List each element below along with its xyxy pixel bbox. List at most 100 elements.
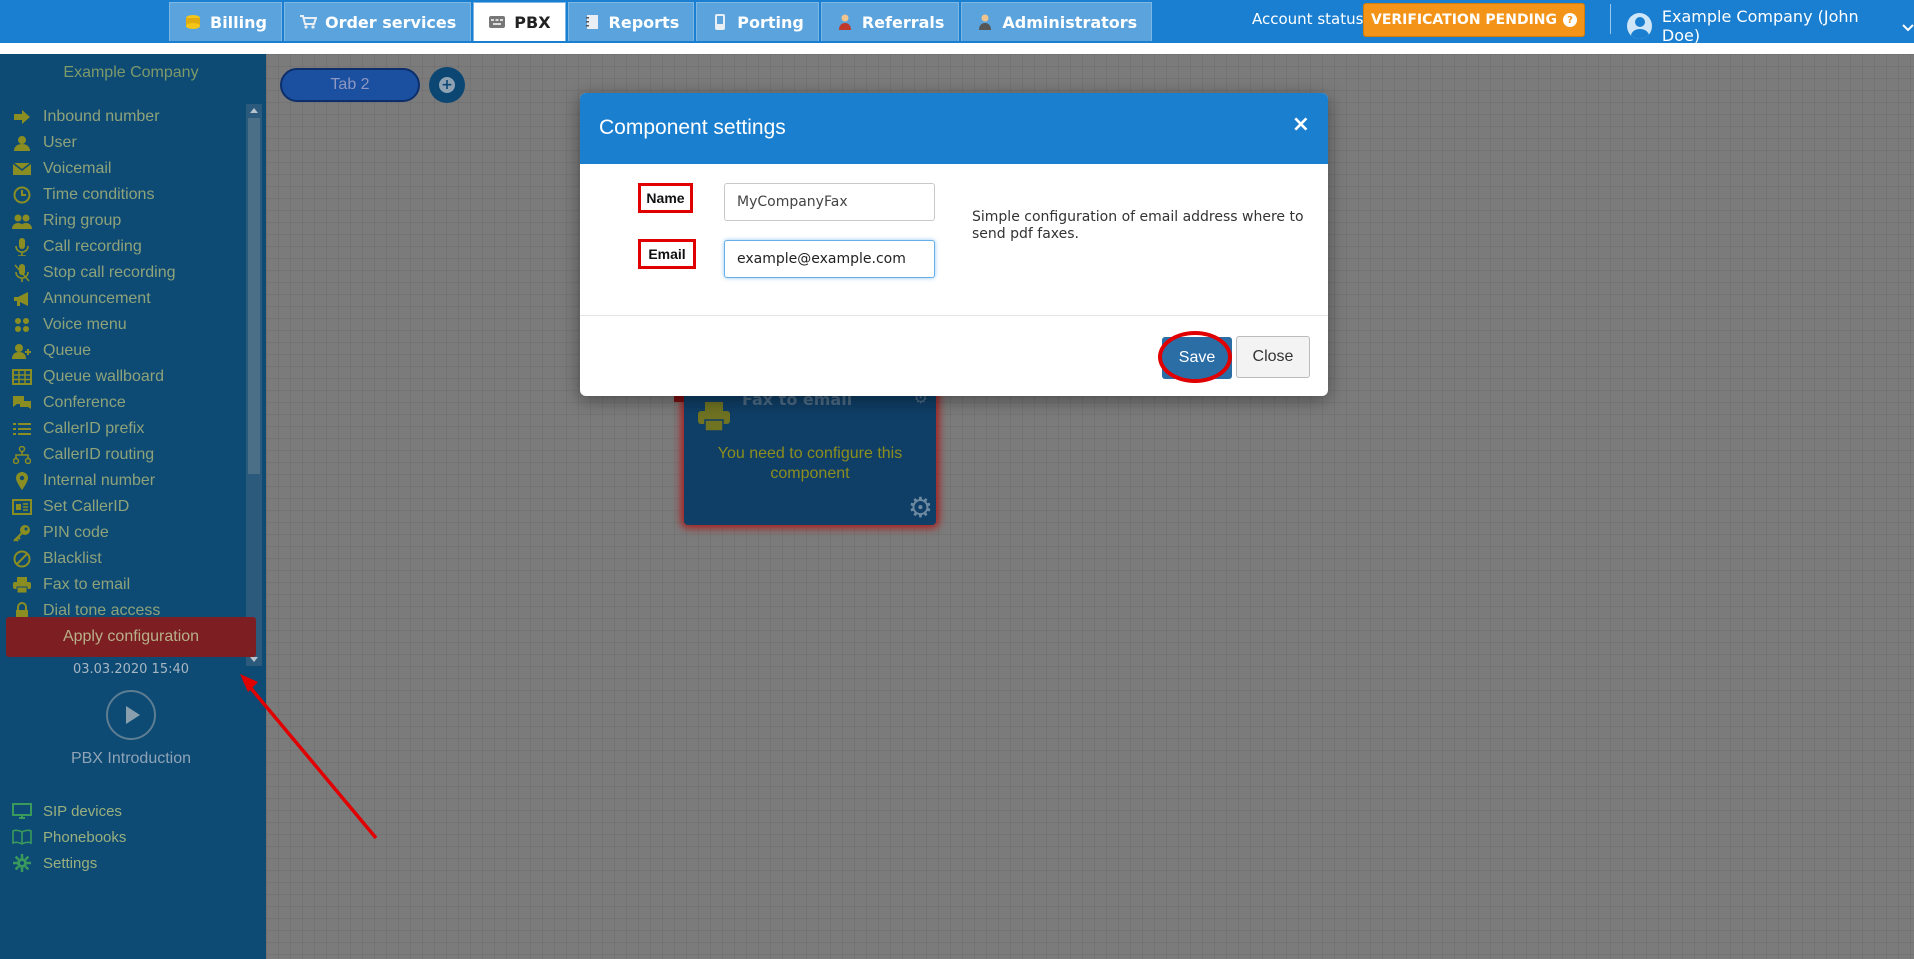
id-card-icon (12, 498, 32, 516)
sidebar-item-label: Ring group (43, 212, 122, 229)
user-icon (12, 134, 32, 152)
email-label: Email (638, 239, 696, 269)
dialog-title: Component settings (599, 116, 786, 139)
sidebar-item-stop-call-recording[interactable]: Stop call recording (0, 260, 246, 286)
fax-icon (698, 402, 730, 432)
name-field[interactable] (724, 183, 935, 221)
sidebar-item-queue-wallboard[interactable]: Queue wallboard (0, 364, 246, 390)
pbx-introduction-link[interactable]: PBX Introduction (0, 750, 262, 768)
sidebar-item-blacklist[interactable]: Blacklist (0, 546, 246, 572)
sidebar-scrollbar[interactable] (246, 104, 262, 666)
sidebar-item-queue[interactable]: Queue (0, 338, 246, 364)
arrow-right-icon (12, 108, 32, 126)
pbx-icon (488, 13, 506, 31)
component-list: Inbound number User Voicemail Time condi… (0, 104, 246, 666)
divider (580, 315, 1328, 316)
name-label: Name (638, 183, 693, 213)
fax-to-email-node[interactable]: Fax to email ⚙ You need to configure thi… (674, 388, 936, 525)
user-name: Example Company (John Doe) (1661, 7, 1859, 45)
divider (0, 43, 1914, 54)
sidebar-item-settings[interactable]: Settings (0, 850, 262, 876)
scrollbar-thumb[interactable] (248, 118, 260, 474)
cart-icon (299, 13, 317, 31)
tab-administrators[interactable]: Administrators (961, 2, 1153, 41)
coins-icon (184, 13, 202, 31)
sidebar-item-inbound-number[interactable]: Inbound number (0, 104, 246, 130)
dialog-description: Simple configuration of email address wh… (972, 209, 1304, 242)
apply-date: 03.03.2020 15:40 (72, 662, 190, 677)
plus-circle-icon: + (439, 77, 455, 93)
ban-icon (12, 550, 32, 568)
component-settings-dialog: Component settings × Name Email Simple c… (580, 93, 1328, 396)
tab-label: Billing (210, 12, 267, 32)
add-tab-button[interactable]: + (429, 67, 465, 103)
sidebar-item-fax-to-email[interactable]: Fax to email (0, 572, 246, 598)
sidebar-item-user[interactable]: User (0, 130, 246, 156)
sidebar-item-label: Set CallerID (43, 498, 130, 515)
tab-label: Reports (608, 12, 680, 32)
chat-icon (12, 394, 32, 412)
tab-referrals[interactable]: Referrals (820, 2, 960, 41)
tab-pbx[interactable]: PBX (473, 2, 566, 41)
main-tabs: Billing Order services PBX Reports Porti… (169, 2, 1154, 41)
email-field[interactable] (724, 240, 935, 278)
sidebar-item-voice-menu[interactable]: Voice menu (0, 312, 246, 338)
gear-icon[interactable]: ⚙ (908, 494, 933, 522)
sidebar-item-voicemail[interactable]: Voicemail (0, 156, 246, 182)
sidebar-item-time-conditions[interactable]: Time conditions (0, 182, 246, 208)
sidebar-item-label: CallerID prefix (43, 420, 145, 437)
scroll-up-icon[interactable] (250, 108, 258, 113)
microphone-icon (12, 238, 32, 256)
list-icon (12, 420, 32, 438)
help-icon: ? (1563, 13, 1577, 27)
sidebar-item-internal-number[interactable]: Internal number (0, 468, 246, 494)
tab-billing[interactable]: Billing (169, 2, 282, 41)
verification-status-text: VERIFICATION PENDING (1370, 12, 1557, 28)
sidebar-item-label: SIP devices (43, 802, 122, 820)
sidebar-item-ring-group[interactable]: Ring group (0, 208, 246, 234)
apply-configuration-button[interactable]: Apply configuration (6, 617, 256, 657)
verification-status-button[interactable]: VERIFICATION PENDING ? (1363, 3, 1585, 37)
account-status-label: Account status: (1252, 10, 1369, 28)
divider (1610, 4, 1611, 34)
close-button[interactable]: Close (1236, 336, 1310, 378)
chevron-down-icon (1902, 17, 1914, 36)
sidebar-item-label: Phonebooks (43, 828, 127, 846)
book-icon (12, 828, 32, 846)
sidebar-item-pin-code[interactable]: PIN code (0, 520, 246, 546)
sidebar-item-conference[interactable]: Conference (0, 390, 246, 416)
sidebar-item-label: Settings (43, 854, 98, 872)
group-icon (12, 212, 32, 230)
monitor-icon (12, 802, 32, 820)
sidebar-item-label: Call recording (43, 238, 142, 255)
sidebar-item-callerid-routing[interactable]: CallerID routing (0, 442, 246, 468)
clock-icon (12, 186, 32, 204)
top-navigation-bar: Billing Order services PBX Reports Porti… (0, 0, 1914, 45)
tab-label: Referrals (861, 12, 945, 32)
tab-reports[interactable]: Reports (567, 2, 695, 41)
sidebar-item-label: Time conditions (43, 186, 155, 203)
tab-label: Porting (737, 12, 804, 32)
avatar-icon (1627, 13, 1652, 39)
tab-order-services[interactable]: Order services (283, 2, 472, 41)
grid-icon (12, 316, 32, 334)
sidebar-item-label: Inbound number (43, 108, 160, 125)
user-menu[interactable]: Example Company (John Doe) (1627, 7, 1914, 45)
tab-label: Administrators (1002, 12, 1138, 32)
sidebar-item-callerid-prefix[interactable]: CallerID prefix (0, 416, 246, 442)
save-button[interactable]: Save (1162, 337, 1232, 379)
sidebar-item-phonebooks[interactable]: Phonebooks (0, 824, 262, 850)
sidebar-item-announcement[interactable]: Announcement (0, 286, 246, 312)
tab-2[interactable]: Tab 2 (280, 68, 420, 102)
fax-icon (12, 576, 32, 594)
sidebar-item-label: Conference (43, 394, 126, 411)
sidebar-item-call-recording[interactable]: Call recording (0, 234, 246, 260)
sidebar-item-label: Stop call recording (43, 264, 176, 281)
gear-icon (12, 854, 32, 872)
play-icon[interactable] (106, 690, 156, 740)
close-icon[interactable]: × (1292, 112, 1310, 137)
tab-porting[interactable]: Porting (696, 2, 819, 41)
sidebar-item-sip-devices[interactable]: SIP devices (0, 798, 262, 824)
sidebar-item-set-callerid[interactable]: Set CallerID (0, 494, 246, 520)
sidebar-item-label: Announcement (43, 290, 151, 307)
